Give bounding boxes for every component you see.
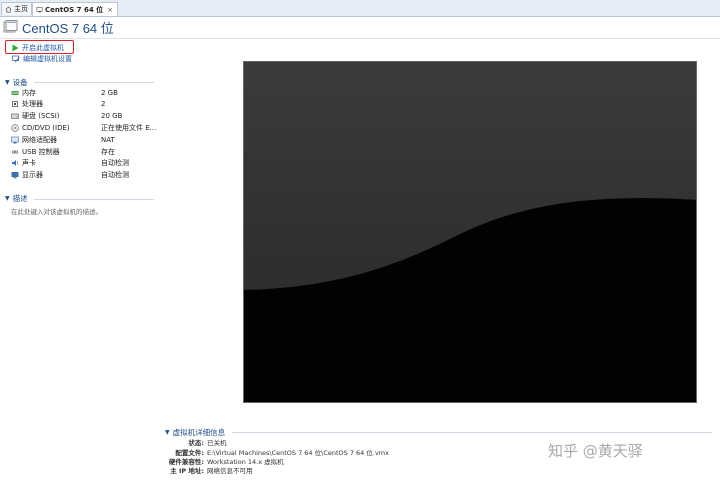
detail-key: 主 IP 地址: (170, 467, 204, 475)
description-placeholder[interactable]: 在此处键入对该虚拟机的描述。 (11, 206, 102, 216)
device-name: USB 控制器 (22, 147, 60, 156)
tab-centos[interactable]: CentOS 7 64 位 × (32, 2, 118, 16)
detail-key: 状态: (188, 439, 204, 447)
device-name: 网络适配器 (22, 135, 57, 144)
edit-settings-label: 编辑虚拟机设置 (23, 55, 72, 63)
collapse-icon: ▼ (5, 195, 10, 202)
tab-home[interactable]: 主页 (1, 2, 32, 15)
home-icon (5, 5, 12, 12)
device-name: 处理器 (22, 99, 43, 108)
collapse-icon: ▼ (165, 429, 170, 436)
device-name: 内存 (22, 88, 36, 97)
device-name: 显示器 (22, 170, 43, 179)
settings-icon (12, 55, 20, 63)
device-row-usb[interactable]: USB 控制器 存在 (11, 146, 161, 157)
disk-icon (11, 113, 19, 119)
collapse-icon: ▼ (5, 79, 10, 86)
power-on-button[interactable]: 开启此虚拟机 (12, 43, 64, 53)
detail-value: 网络信息不可用 (207, 467, 253, 475)
device-row-disk[interactable]: 硬盘 (SCSI) 20 GB (11, 110, 161, 121)
device-value: 20 GB (101, 111, 123, 120)
device-row-sound[interactable]: 声卡 自动检测 (11, 157, 161, 168)
cd-icon (11, 123, 19, 132)
device-row-cd[interactable]: CD/DVD (IDE) 正在使用文件 E... (11, 122, 161, 133)
divider (34, 82, 154, 83)
detail-row-status: 状态: 已关机 (160, 437, 227, 447)
usb-icon (12, 150, 18, 153)
tab-centos-label: CentOS 7 64 位 (45, 5, 104, 14)
network-icon (11, 136, 19, 143)
vm-screen-preview[interactable] (243, 61, 697, 403)
device-value: 2 GB (101, 88, 118, 97)
edit-settings-button[interactable]: 编辑虚拟机设置 (12, 54, 72, 64)
cpu-icon (12, 100, 18, 107)
divider (232, 432, 712, 433)
tab-bar: 主页 CentOS 7 64 位 × (0, 0, 720, 17)
device-row-network[interactable]: 网络适配器 NAT (11, 134, 161, 145)
device-name: 硬盘 (SCSI) (22, 111, 60, 120)
device-name: 声卡 (22, 158, 36, 167)
close-icon[interactable]: × (107, 6, 113, 14)
device-row-memory[interactable]: 内存 2 GB (11, 87, 161, 98)
device-value: 存在 (101, 147, 115, 156)
device-value: 自动检测 (101, 158, 129, 167)
device-value: 自动检测 (101, 170, 129, 179)
memory-icon (11, 90, 19, 95)
sound-icon (12, 159, 18, 166)
vm-icon (36, 7, 43, 13)
tab-home-label: 主页 (14, 5, 28, 13)
vm-screen-thumbnail (244, 62, 696, 402)
divider (0, 38, 720, 39)
device-value: 正在使用文件 E... (101, 123, 157, 132)
page-header: CentOS 7 64 位 (2, 17, 114, 37)
detail-row-ip: 主 IP 地址: 网络信息不可用 (160, 465, 253, 475)
device-name: CD/DVD (IDE) (22, 123, 70, 132)
watermark: 知乎 @黄天驿 (548, 442, 643, 460)
power-on-label: 开启此虚拟机 (22, 44, 64, 52)
device-row-display[interactable]: 显示器 自动检测 (11, 169, 161, 180)
device-value: 2 (101, 99, 106, 108)
device-value: NAT (101, 135, 115, 144)
detail-value: 已关机 (207, 439, 227, 447)
description-title: 描述 (12, 194, 28, 203)
description-section-header[interactable]: ▼ 描述 (5, 193, 28, 204)
vm-icon (3, 19, 18, 32)
page-title: CentOS 7 64 位 (22, 20, 114, 36)
display-icon (11, 171, 19, 178)
play-icon (12, 44, 19, 52)
device-row-cpu[interactable]: 处理器 2 (11, 98, 161, 109)
divider (34, 199, 154, 200)
